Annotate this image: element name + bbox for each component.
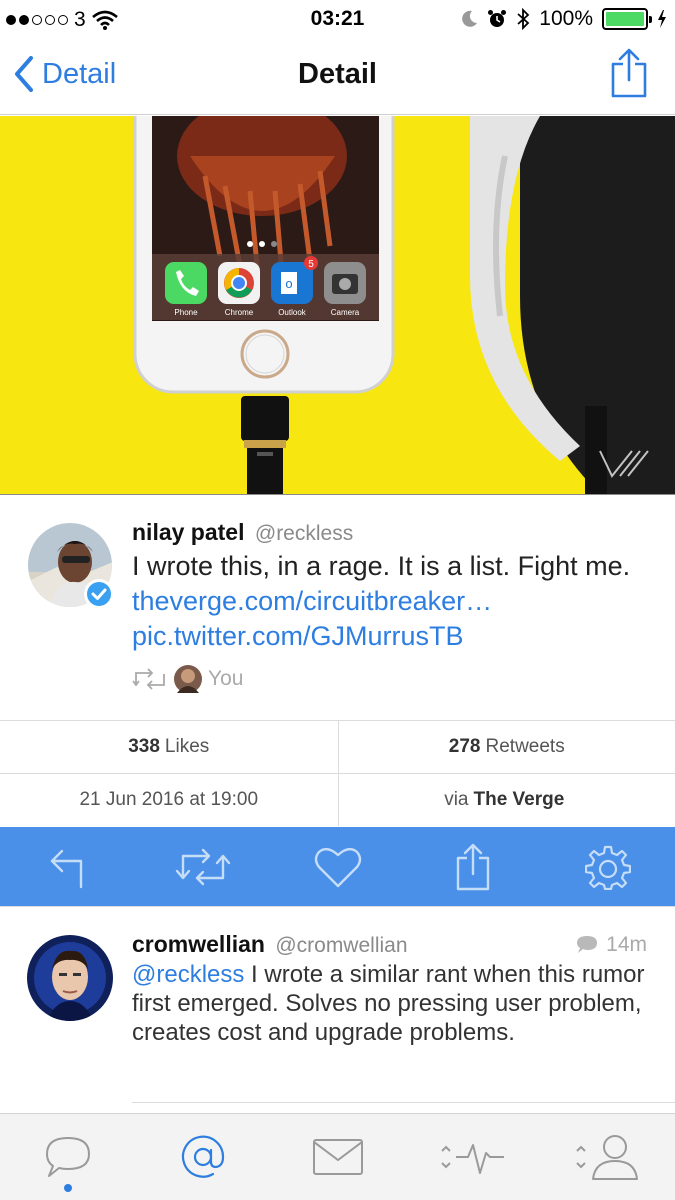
share-icon bbox=[611, 48, 647, 98]
at-sign-icon bbox=[181, 1135, 224, 1178]
battery-percent: 100% bbox=[539, 7, 593, 30]
tab-profile[interactable] bbox=[563, 1117, 653, 1197]
author-handle[interactable]: @reckless bbox=[255, 522, 353, 545]
retweets-count: 278 bbox=[448, 736, 481, 757]
likes-label: Likes bbox=[164, 736, 210, 757]
reply-mention-link[interactable]: @reckless bbox=[132, 961, 244, 988]
alarm-icon bbox=[488, 10, 507, 27]
tab-messages[interactable] bbox=[293, 1117, 383, 1197]
share-tweet-button[interactable] bbox=[443, 837, 503, 897]
envelope-icon bbox=[312, 1139, 363, 1175]
retweeted-by-row[interactable]: You bbox=[132, 665, 243, 693]
author-name[interactable]: nilay patel bbox=[132, 519, 244, 545]
like-button[interactable] bbox=[308, 837, 368, 897]
activity-icon bbox=[440, 1144, 504, 1174]
reply-text: @reckless I wrote a similar rant when th… bbox=[132, 960, 652, 1047]
status-right: 100% bbox=[460, 7, 667, 31]
reply-avatar[interactable] bbox=[27, 935, 113, 1021]
retweet-icon bbox=[175, 848, 230, 885]
author-avatar[interactable] bbox=[27, 522, 114, 609]
stats-row-meta: 21 Jun 2016 at 19:00 via The Verge bbox=[0, 773, 675, 826]
tab-activity[interactable] bbox=[428, 1117, 518, 1197]
tab-timeline[interactable] bbox=[23, 1117, 113, 1197]
retweeter-avatar bbox=[174, 665, 202, 693]
reply-author-name[interactable]: cromwellian bbox=[132, 931, 265, 957]
settings-button[interactable] bbox=[578, 837, 638, 897]
navigation-bar: Detail Detail bbox=[0, 40, 675, 115]
retweeted-by-label: You bbox=[208, 667, 244, 690]
bluetooth-icon bbox=[517, 8, 530, 30]
reply-avatar-image bbox=[27, 935, 113, 1021]
dock-label-chrome: Chrome bbox=[225, 308, 254, 317]
dock-label-phone: Phone bbox=[174, 308, 198, 317]
reply-button[interactable] bbox=[38, 837, 98, 897]
likes-count: 338 bbox=[128, 736, 160, 757]
tweet-detail: nilay patel @reckless I wrote this, in a… bbox=[0, 494, 675, 720]
reply-time: 14m bbox=[606, 933, 647, 956]
reply-icon bbox=[50, 849, 82, 888]
tab-bar bbox=[0, 1113, 675, 1200]
retweet-small-icon bbox=[132, 668, 165, 690]
tweet-pic-link[interactable]: pic.twitter.com/GJMurrusTB bbox=[132, 621, 464, 651]
page-title: Detail bbox=[298, 58, 377, 90]
active-tab-indicator bbox=[63, 1184, 72, 1192]
retweets-label: Retweets bbox=[485, 736, 565, 757]
tweet-source[interactable]: via The Verge bbox=[337, 774, 675, 826]
tweet-stats: 338 Likes 278 Retweets 21 Jun 2016 at 19… bbox=[0, 720, 675, 826]
speech-bubble-icon bbox=[45, 1137, 90, 1177]
dock-label-outlook: Outlook bbox=[278, 308, 307, 317]
author-line: nilay patel @reckless bbox=[132, 519, 353, 546]
tweet-media-image[interactable]: o 5 Phone Chrome Outlook Camera bbox=[0, 116, 675, 494]
tweet-action-bar bbox=[0, 827, 675, 906]
retweets-stat[interactable]: 278 Retweets bbox=[337, 721, 675, 773]
tab-mentions[interactable] bbox=[158, 1117, 248, 1197]
status-bar: 3 03:21 100% bbox=[0, 0, 675, 40]
share-button[interactable] bbox=[609, 47, 649, 104]
tweet-date: 21 Jun 2016 at 19:00 bbox=[79, 789, 259, 810]
tweet-article-link[interactable]: theverge.com/circuitbreaker… bbox=[132, 586, 492, 616]
retweet-button[interactable] bbox=[173, 837, 233, 897]
reply-author-line: cromwellian @cromwellian bbox=[132, 931, 408, 958]
person-icon bbox=[575, 1135, 638, 1180]
verified-badge-icon bbox=[84, 579, 114, 609]
reply-author-handle[interactable]: @cromwellian bbox=[275, 934, 407, 957]
heart-icon bbox=[314, 847, 361, 887]
share-icon bbox=[456, 843, 489, 890]
gear-icon bbox=[584, 845, 631, 890]
phone-photo: o 5 Phone Chrome Outlook Camera bbox=[0, 116, 675, 494]
reply-divider bbox=[132, 1102, 675, 1103]
reply-tweet[interactable]: cromwellian @cromwellian 14m @reckless I… bbox=[0, 906, 675, 1113]
via-source: The Verge bbox=[473, 789, 565, 810]
likes-stat[interactable]: 338 Likes bbox=[0, 721, 338, 773]
outlook-badge: 5 bbox=[308, 259, 314, 270]
moon-icon bbox=[462, 10, 478, 27]
tweet-text-body: I wrote this, in a rage. It is a list. F… bbox=[132, 551, 631, 581]
battery-icon bbox=[602, 8, 652, 30]
stats-row-counts: 338 Likes 278 Retweets bbox=[0, 720, 675, 773]
charging-icon bbox=[658, 10, 666, 28]
via-prefix: via bbox=[444, 789, 469, 810]
reply-meta: 14m bbox=[576, 933, 647, 957]
tweet-text: I wrote this, in a rage. It is a list. F… bbox=[132, 549, 662, 654]
svg-text:o: o bbox=[285, 276, 292, 291]
dock-label-camera: Camera bbox=[331, 308, 360, 317]
comment-bubble-icon bbox=[577, 936, 598, 953]
battery-fill bbox=[606, 12, 644, 26]
